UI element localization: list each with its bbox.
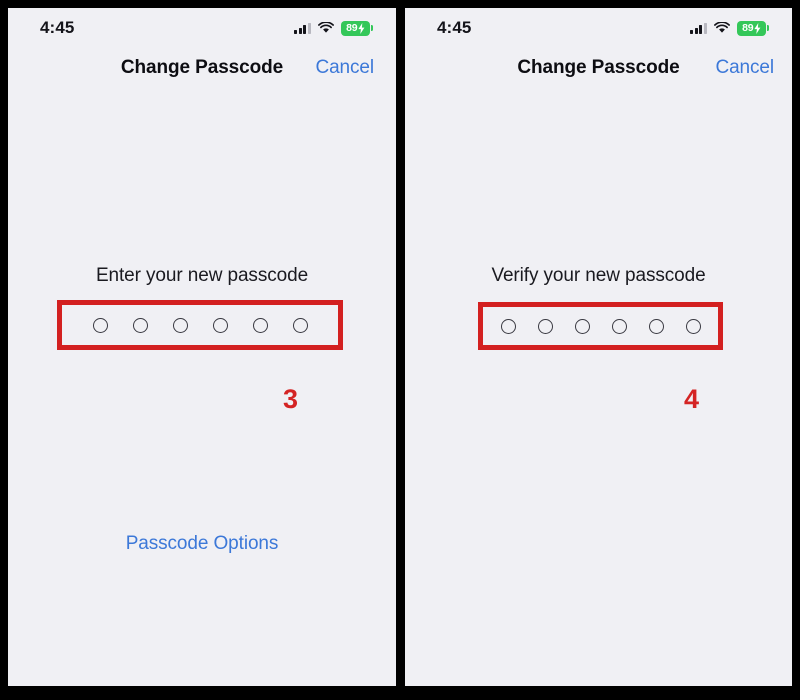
- lightning-bolt-icon: [358, 22, 365, 34]
- battery-indicator: 89: [341, 20, 373, 36]
- passcode-dot: [648, 318, 664, 334]
- passcode-dot: [292, 317, 308, 333]
- annotation-step-number: 3: [283, 384, 299, 414]
- passcode-dots[interactable]: [62, 305, 338, 345]
- status-bar-time: 4:45: [40, 18, 75, 37]
- passcode-dot: [611, 318, 627, 334]
- passcode-dot: [212, 317, 228, 333]
- navigation-bar: Change Passcode Cancel: [8, 48, 396, 88]
- passcode-prompt: Verify your new passcode: [405, 266, 792, 285]
- navigation-bar: Change Passcode Cancel: [405, 48, 792, 88]
- wifi-icon: [318, 22, 334, 33]
- passcode-prompt-label: Enter your new passcode: [95, 265, 309, 286]
- passcode-dot: [252, 317, 268, 333]
- passcode-dot: [537, 318, 553, 334]
- phone-screen-step-4: 4:45 89 Change Passcode Cancel Verify yo…: [405, 8, 792, 686]
- cancel-button[interactable]: Cancel: [715, 57, 774, 79]
- annotation-box-passcode-dots: [478, 302, 723, 350]
- passcode-dot: [574, 318, 590, 334]
- battery-indicator: 89: [737, 20, 769, 36]
- status-bar-icons: 89: [294, 20, 373, 36]
- passcode-prompt-label: Verify your new passcode: [491, 265, 706, 286]
- page-title: Change Passcode: [120, 57, 284, 78]
- passcode-prompt: Enter your new passcode: [8, 266, 396, 285]
- annotation-box-passcode-dots: [57, 300, 343, 350]
- lightning-bolt-icon: [754, 22, 761, 34]
- passcode-dot: [132, 317, 148, 333]
- phone-screen-step-3: 4:45 89 Change Passcode Cancel Enter you…: [8, 8, 396, 686]
- battery-percent-label: 89: [742, 21, 754, 34]
- passcode-dot: [500, 318, 516, 334]
- annotation-step-number: 4: [684, 384, 700, 414]
- status-bar: 4:45 89: [405, 8, 792, 48]
- passcode-dot: [685, 318, 701, 334]
- passcode-options-link[interactable]: Passcode Options: [8, 533, 396, 555]
- status-bar-icons: 89: [690, 20, 769, 36]
- wifi-icon: [714, 22, 730, 33]
- page-title: Change Passcode: [517, 57, 680, 78]
- two-panel-screenshot-figure: 4:45 89 Change Passcode Cancel Enter you…: [0, 0, 800, 700]
- passcode-dots[interactable]: [483, 307, 718, 345]
- status-bar: 4:45 89: [8, 8, 396, 48]
- cellular-signal-icon: [294, 22, 311, 34]
- passcode-dot: [172, 317, 188, 333]
- battery-percent-label: 89: [346, 21, 358, 34]
- cellular-signal-icon: [690, 22, 707, 34]
- passcode-dot: [92, 317, 108, 333]
- cancel-button[interactable]: Cancel: [315, 57, 374, 79]
- status-bar-time: 4:45: [437, 18, 472, 37]
